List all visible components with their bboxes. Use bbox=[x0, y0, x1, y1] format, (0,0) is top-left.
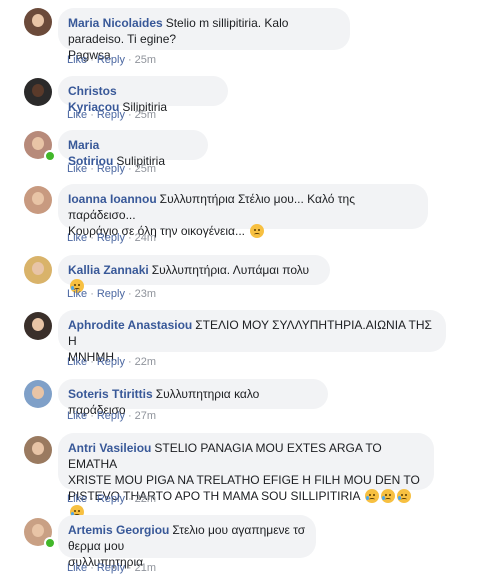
like-button[interactable]: Like bbox=[67, 410, 87, 422]
online-status-icon bbox=[44, 150, 56, 162]
reply-button[interactable]: Reply bbox=[97, 562, 125, 574]
like-button[interactable]: Like bbox=[67, 163, 87, 175]
comment-bubble: Maria Nicolaides Stelio m sillipitiria. K… bbox=[58, 8, 350, 62]
avatar[interactable] bbox=[24, 78, 52, 106]
timestamp[interactable]: 24m bbox=[135, 232, 156, 244]
comment-bubble: Kallia Zannaki Συλλυπητήρια. Λυπάμαι πολυ bbox=[58, 255, 330, 293]
comment-bubble: Soteris Ttirittis Συλλυπητηρια καλο παράδ… bbox=[58, 379, 328, 417]
comment-actions: Like · Reply · 21m bbox=[67, 562, 157, 574]
timestamp[interactable]: 25m bbox=[135, 54, 156, 66]
comment-actions: Like · Reply · 23m bbox=[67, 288, 157, 300]
comment-text: XRISTE MOU PIGA NA TRELATHO EFIGE H FILH… bbox=[68, 473, 420, 487]
like-button[interactable]: Like bbox=[67, 54, 87, 66]
crying-face-emoji bbox=[365, 489, 380, 503]
comment-actions: Like · Reply · 22m bbox=[67, 356, 157, 368]
comment-actions: Like · Reply · 27m bbox=[67, 410, 157, 422]
avatar[interactable] bbox=[24, 436, 52, 464]
avatar[interactable] bbox=[24, 256, 52, 284]
timestamp[interactable]: 25m bbox=[135, 109, 156, 121]
comment-bubble: Artemis Georgiou Στελιο μου αγαπημενε τσ … bbox=[58, 515, 316, 569]
timestamp[interactable]: 23m bbox=[135, 288, 156, 300]
comment-bubble: Maria Sotiriou Sulipitiria bbox=[58, 130, 208, 168]
timestamp[interactable]: 22m bbox=[135, 356, 156, 368]
like-button[interactable]: Like bbox=[67, 356, 87, 368]
comment-author[interactable]: Artemis Georgiou bbox=[68, 523, 169, 537]
timestamp[interactable]: 27m bbox=[135, 410, 156, 422]
online-status-icon bbox=[44, 537, 56, 549]
reply-button[interactable]: Reply bbox=[97, 356, 125, 368]
reply-button[interactable]: Reply bbox=[97, 109, 125, 121]
avatar[interactable] bbox=[24, 8, 52, 36]
comment-actions: Like · Reply · 24m bbox=[67, 232, 157, 244]
reply-button[interactable]: Reply bbox=[97, 493, 125, 505]
comment-author[interactable]: Ioanna Ioannou bbox=[68, 192, 157, 206]
like-button[interactable]: Like bbox=[67, 288, 87, 300]
timestamp[interactable]: 21m bbox=[135, 562, 156, 574]
timestamp[interactable]: 25m bbox=[135, 163, 156, 175]
like-button[interactable]: Like bbox=[67, 562, 87, 574]
reply-button[interactable]: Reply bbox=[97, 410, 125, 422]
comment-actions: Like · Reply · 25m bbox=[67, 109, 157, 121]
crying-face-emoji bbox=[381, 489, 396, 503]
avatar[interactable] bbox=[24, 380, 52, 408]
crying-face-emoji bbox=[397, 489, 412, 503]
comment-bubble: Ioanna Ioannou Συλλυπητήρια Στέλιο μου...… bbox=[58, 184, 428, 238]
comment-bubble: Antri Vasileiou STELIO PANAGIA MOU EXTES … bbox=[58, 433, 434, 519]
comment-actions: Like · Reply · 22m bbox=[67, 493, 157, 505]
like-button[interactable]: Like bbox=[67, 232, 87, 244]
reply-button[interactable]: Reply bbox=[97, 54, 125, 66]
comment-author[interactable]: Antri Vasileiou bbox=[68, 441, 151, 455]
reply-button[interactable]: Reply bbox=[97, 163, 125, 175]
comment-text: Συλλυπητήρια. Λυπάμαι πολυ bbox=[151, 263, 310, 277]
reply-button[interactable]: Reply bbox=[97, 232, 125, 244]
comment-bubble: Christos Kyriacou Silipitiria bbox=[58, 76, 228, 114]
comment-author[interactable]: Soteris Ttirittis bbox=[68, 387, 153, 401]
timestamp[interactable]: 22m bbox=[135, 493, 156, 505]
comment-author[interactable]: Aphrodite Anastasiou bbox=[68, 318, 192, 332]
comment-actions: Like · Reply · 25m bbox=[67, 163, 157, 175]
like-button[interactable]: Like bbox=[67, 109, 87, 121]
comment-actions: Like · Reply · 25m bbox=[67, 54, 157, 66]
avatar[interactable] bbox=[24, 312, 52, 340]
comment-author[interactable]: Kallia Zannaki bbox=[68, 263, 149, 277]
comment-bubble: Aphrodite Anastasiou ΣΤΕΛΙΟ ΜΟΥ ΣΥΛΛΥΠΗΤΗ… bbox=[58, 310, 446, 364]
comment-author[interactable]: Maria Nicolaides bbox=[68, 16, 163, 30]
avatar[interactable] bbox=[24, 186, 52, 214]
like-button[interactable]: Like bbox=[67, 493, 87, 505]
sad-face-emoji bbox=[250, 224, 265, 238]
reply-button[interactable]: Reply bbox=[97, 288, 125, 300]
